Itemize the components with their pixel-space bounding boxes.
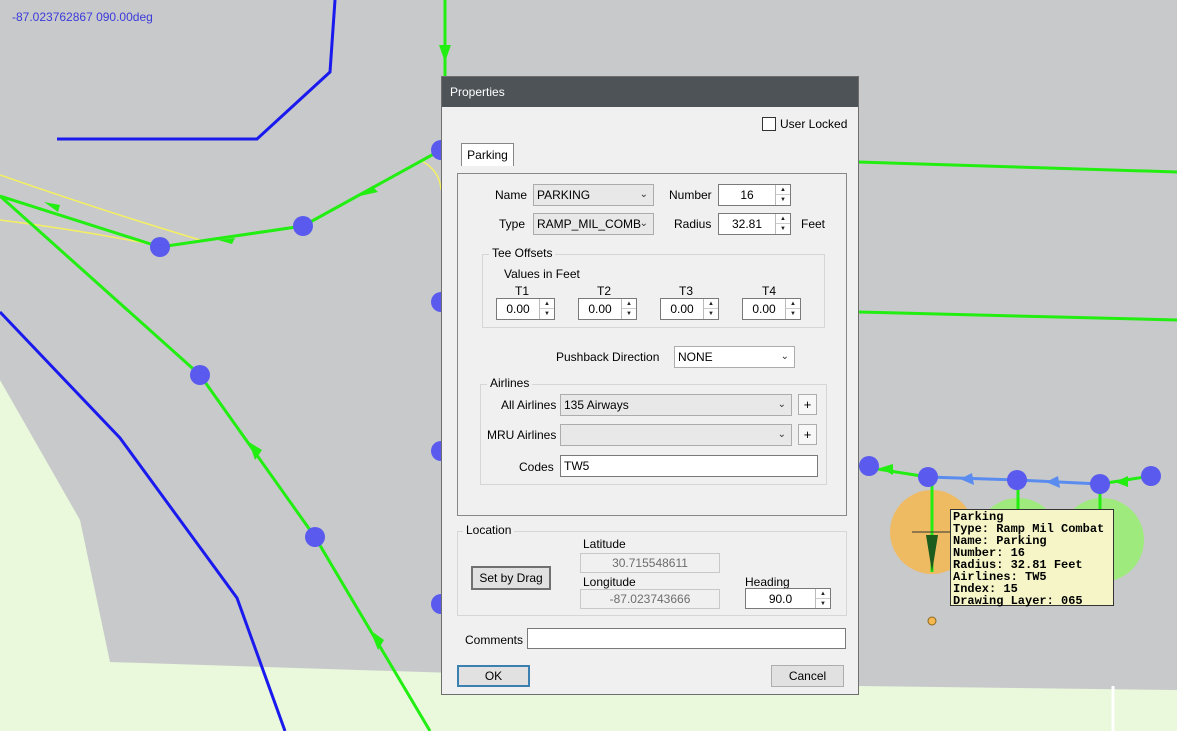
airlines-title: Airlines (487, 376, 533, 390)
radius-unit: Feet (801, 217, 826, 231)
spin-down-icon[interactable]: ▼ (622, 309, 636, 319)
cancel-button[interactable]: Cancel (771, 665, 844, 687)
location-group: Location Set by Drag Latitude 30.7155486… (457, 523, 847, 616)
chevron-down-icon: ⌄ (639, 218, 648, 229)
add-mru-airline-button[interactable]: + (798, 424, 817, 445)
type-select[interactable]: RAMP_MIL_COMB ⌄ (533, 213, 654, 235)
chevron-down-icon: ⌄ (639, 189, 648, 200)
codes-input[interactable]: TW5 (560, 455, 818, 477)
spin-up-icon[interactable]: ▲ (776, 214, 790, 224)
ok-button[interactable]: OK (457, 665, 530, 687)
spin-up-icon[interactable]: ▲ (816, 589, 830, 599)
tab-parking[interactable]: Parking (461, 143, 514, 166)
spin-down-icon[interactable]: ▼ (776, 195, 790, 205)
parking-tooltip: Parking Type: Ramp Mil Combat Name: Park… (950, 509, 1114, 608)
latitude-label: Latitude (583, 537, 626, 551)
spin-down-icon[interactable]: ▼ (704, 309, 718, 319)
tee-units-label: Values in Feet (504, 267, 580, 281)
tee-offsets-title: Tee Offsets (489, 246, 556, 260)
comments-input[interactable] (527, 628, 846, 649)
user-locked-checkbox[interactable] (762, 117, 776, 131)
mru-airlines-label: MRU Airlines (487, 428, 557, 442)
t1-stepper[interactable]: 0.00 ▲ ▼ (496, 298, 555, 320)
location-title: Location (463, 523, 515, 537)
user-locked-label: User Locked (780, 117, 848, 131)
dialog-title[interactable]: Properties (442, 77, 858, 107)
t4-label: T4 (762, 284, 777, 298)
pushback-select[interactable]: NONE ⌄ (674, 346, 795, 368)
t4-stepper[interactable]: 0.00 ▲ ▼ (742, 298, 801, 320)
coordinate-readout: -87.023762867 090.00deg (12, 10, 153, 24)
spin-up-icon[interactable]: ▲ (786, 299, 800, 309)
heading-stepper[interactable]: 90.0 ▲ ▼ (745, 588, 831, 609)
t3-label: T3 (679, 284, 694, 298)
spin-up-icon[interactable]: ▲ (776, 185, 790, 195)
spin-up-icon[interactable]: ▲ (704, 299, 718, 309)
name-select[interactable]: PARKING ⌄ (533, 184, 654, 206)
radius-label: Radius (674, 217, 712, 231)
pushback-label: Pushback Direction (556, 350, 660, 364)
mru-airlines-select[interactable]: ⌄ (560, 424, 792, 446)
codes-label: Codes (519, 460, 554, 474)
number-stepper[interactable]: 16 ▲ ▼ (718, 184, 791, 206)
heading-label: Heading (745, 575, 790, 589)
comments-label: Comments (465, 633, 524, 647)
t2-stepper[interactable]: 0.00 ▲ ▼ (578, 298, 637, 320)
airlines-group: Airlines All Airlines 135 Airways ⌄ + MRU… (480, 376, 827, 485)
all-airlines-select[interactable]: 135 Airways ⌄ (560, 394, 792, 416)
set-by-drag-button[interactable]: Set by Drag (471, 566, 551, 590)
spin-down-icon[interactable]: ▼ (540, 309, 554, 319)
add-airline-button[interactable]: + (798, 394, 817, 415)
t3-stepper[interactable]: 0.00 ▲ ▼ (660, 298, 719, 320)
latitude-field: 30.715548611 (580, 553, 720, 573)
spin-down-icon[interactable]: ▼ (816, 599, 830, 609)
spin-down-icon[interactable]: ▼ (776, 224, 790, 234)
spin-up-icon[interactable]: ▲ (540, 299, 554, 309)
longitude-label: Longitude (583, 575, 636, 589)
properties-dialog: Properties User Locked Parking Name PARK… (441, 76, 859, 695)
spin-down-icon[interactable]: ▼ (786, 309, 800, 319)
all-airlines-label: All Airlines (501, 398, 557, 412)
longitude-field: -87.023743666 (580, 589, 720, 609)
chevron-down-icon: ⌄ (777, 429, 786, 440)
chevron-down-icon: ⌄ (780, 351, 789, 362)
chevron-down-icon: ⌄ (777, 399, 786, 410)
type-label: Type (499, 217, 526, 231)
tooltip-line: Drawing Layer: 065 (953, 594, 1083, 608)
t1-label: T1 (515, 284, 530, 298)
parking-panel: Name PARKING ⌄ Number 16 ▲ ▼ Type RAMP_MIL… (457, 173, 847, 516)
radius-stepper[interactable]: 32.81 ▲ ▼ (718, 213, 791, 235)
name-label: Name (495, 188, 528, 202)
number-label: Number (669, 188, 712, 202)
t2-label: T2 (597, 284, 612, 298)
tee-offsets-group: Tee Offsets Values in Feet T1 0.00 ▲ ▼ T2… (482, 246, 825, 328)
spin-up-icon[interactable]: ▲ (622, 299, 636, 309)
